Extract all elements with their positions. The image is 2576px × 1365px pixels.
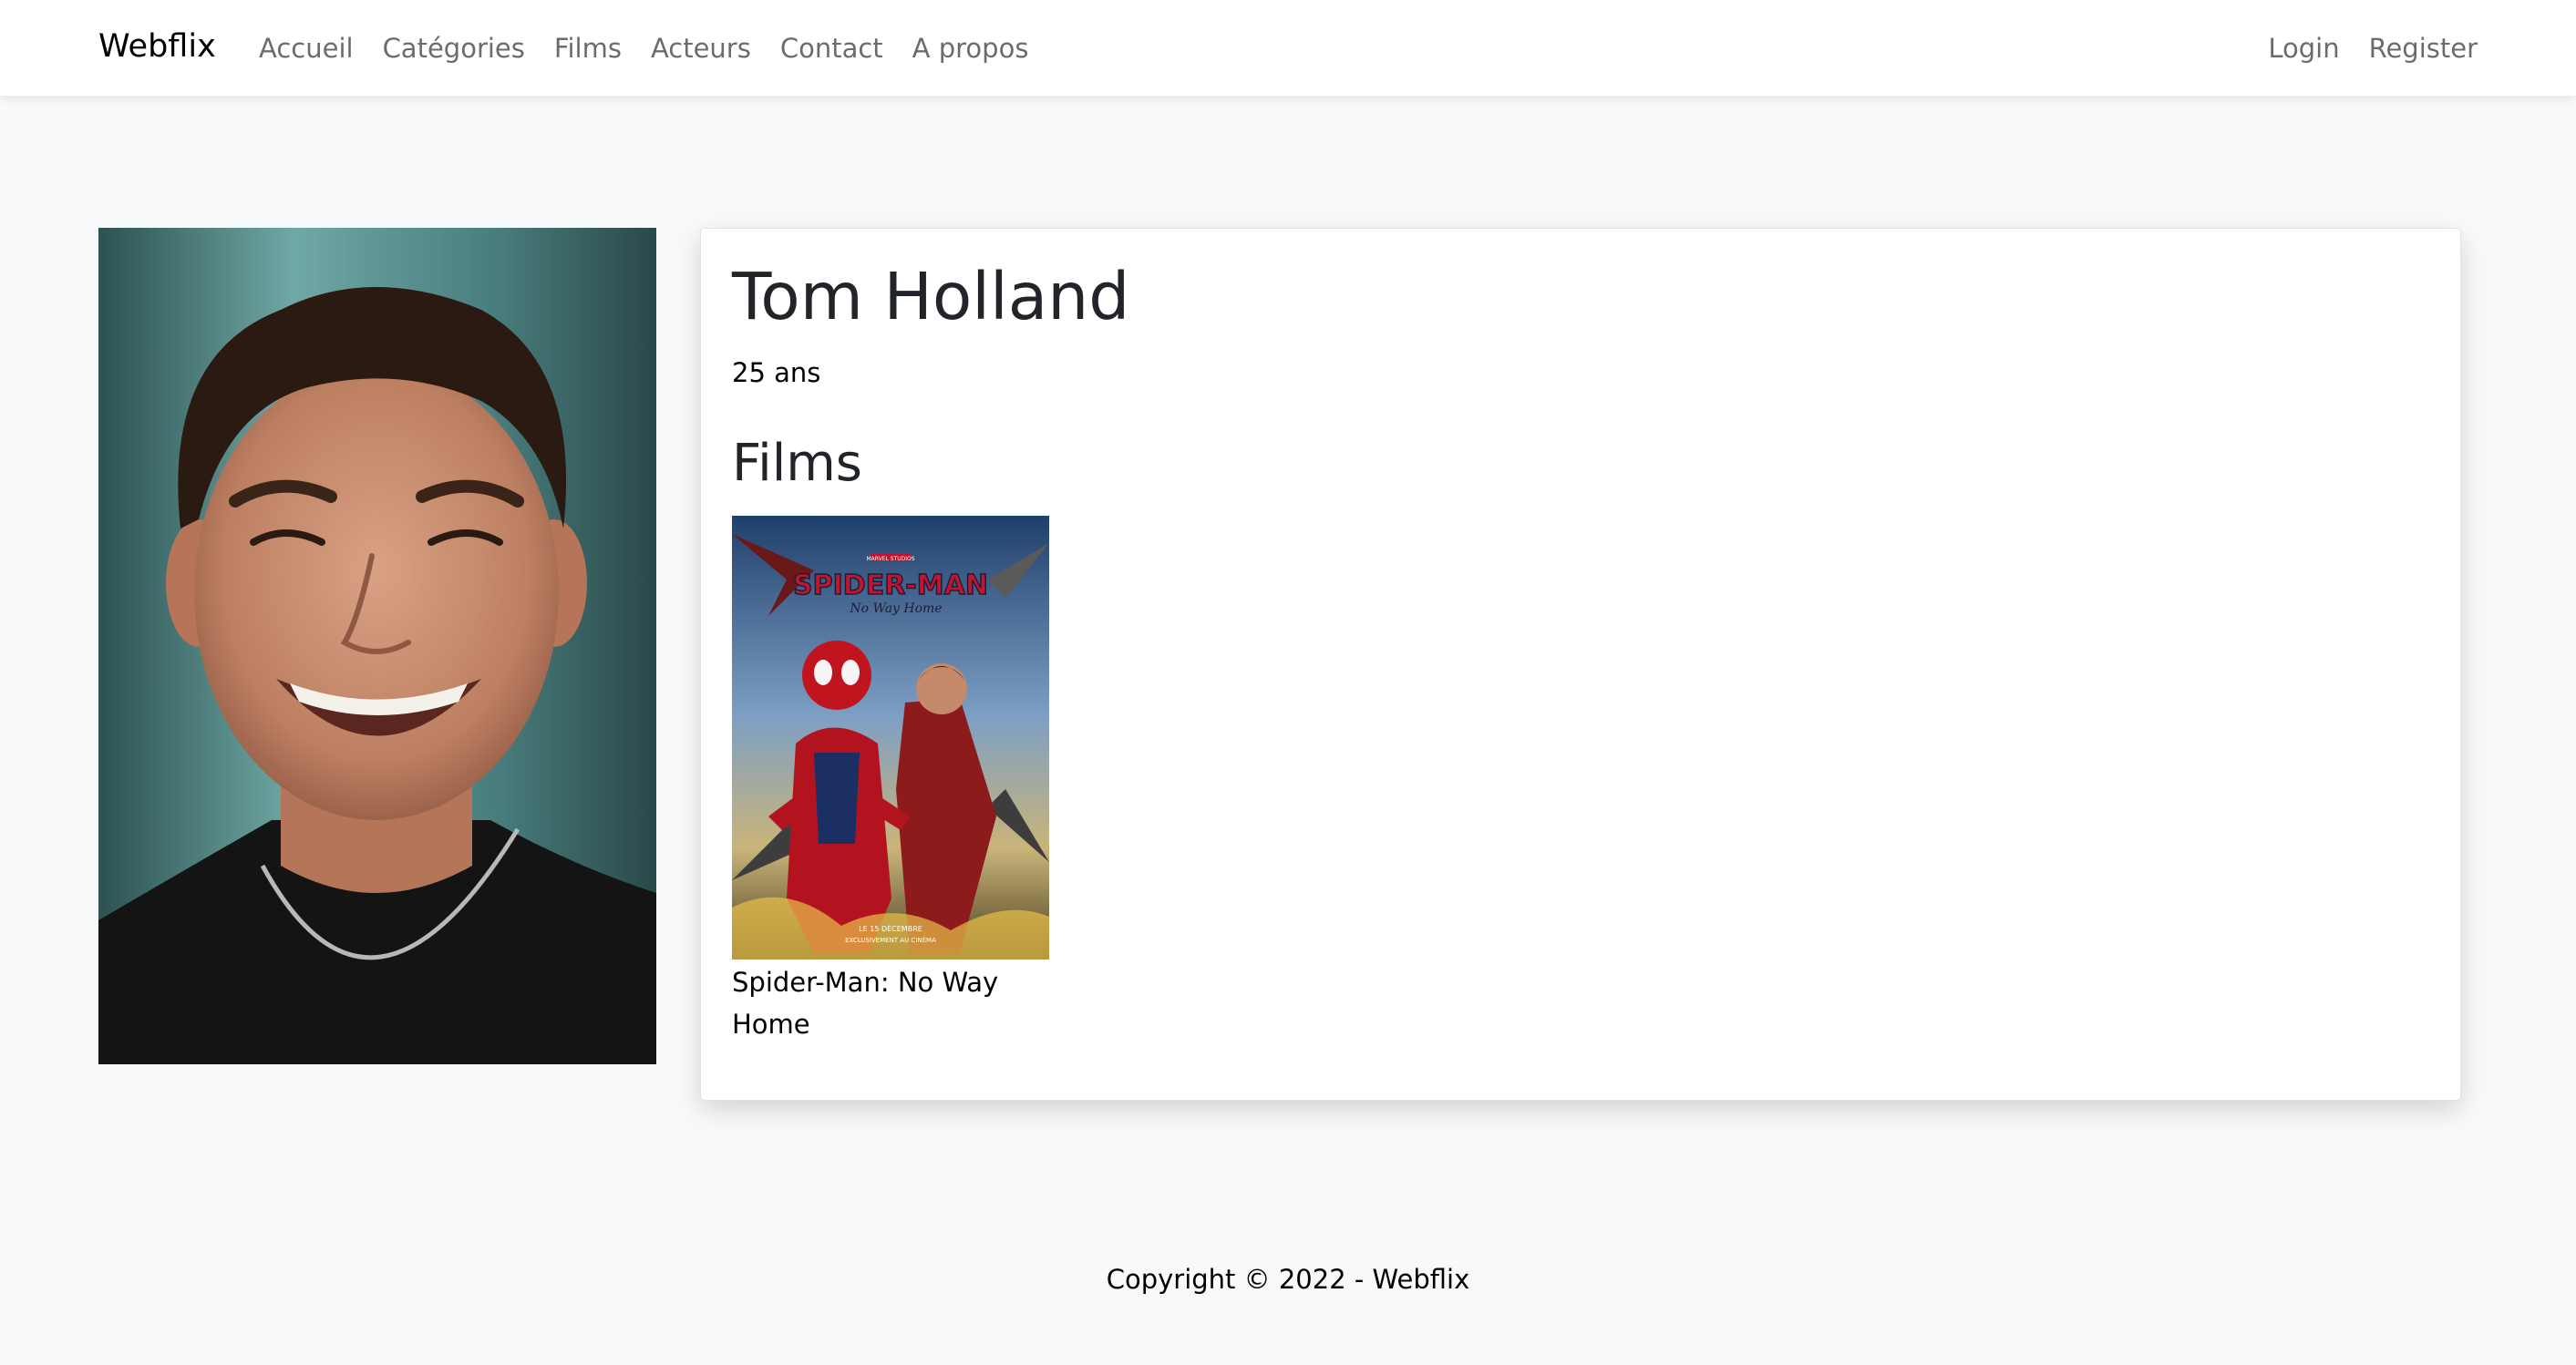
poster-studio-text: MARVEL STUDIOS (866, 556, 914, 562)
top-navbar: Webflix Accueil Catégories Films Acteurs… (0, 0, 2576, 97)
nav-item-contact: Contact (766, 26, 898, 71)
actor-details-card: Tom Holland 25 ans Films MARVEL STUDIOS (700, 228, 2461, 1101)
actor-name-heading: Tom Holland (732, 259, 1130, 334)
poster-release-date: LE 15 DÉCEMBRE (859, 923, 922, 933)
nav-link-acteurs[interactable]: Acteurs (636, 26, 766, 71)
nav-item-accueil: Accueil (244, 26, 368, 71)
nav-item-login: Login (2253, 26, 2354, 71)
poster-subtitle-text: No Way Home (849, 601, 942, 616)
films-heading: Films (732, 434, 862, 493)
login-link[interactable]: Login (2253, 26, 2354, 71)
nav-item-apropos: A propos (898, 26, 1044, 71)
nav-link-films[interactable]: Films (540, 26, 636, 71)
nav-link-accueil[interactable]: Accueil (244, 26, 368, 71)
film-card-spider-man[interactable]: MARVEL STUDIOS SPIDER-MAN No Way Home LE… (732, 516, 1049, 1045)
nav-item-acteurs: Acteurs (636, 26, 766, 71)
register-link[interactable]: Register (2354, 26, 2492, 71)
main-nav: Accueil Catégories Films Acteurs Contact… (244, 0, 1043, 97)
poster-logo-text: SPIDER-MAN (793, 570, 988, 601)
actor-photo (98, 228, 656, 1064)
film-title-link[interactable]: Spider-Man: No Way Home (732, 960, 1049, 1045)
nav-link-contact[interactable]: Contact (766, 26, 898, 71)
actor-portrait-illustration (98, 228, 656, 1064)
actor-age: 25 ans (732, 357, 821, 388)
nav-link-apropos[interactable]: A propos (898, 26, 1044, 71)
brand-logo-link[interactable]: Webflix (98, 24, 216, 69)
nav-item-films: Films (540, 26, 636, 71)
nav-link-categories[interactable]: Catégories (368, 26, 540, 71)
copyright-text: Copyright © 2022 - Webflix (1106, 1264, 1470, 1295)
page-footer: Copyright © 2022 - Webflix (0, 1261, 2576, 1298)
film-poster-image[interactable]: MARVEL STUDIOS SPIDER-MAN No Way Home LE… (732, 516, 1049, 960)
auth-nav: Login Register (2253, 0, 2492, 97)
nav-item-categories: Catégories (368, 26, 540, 71)
poster-release-note: EXCLUSIVEMENT AU CINÉMA (845, 936, 936, 944)
nav-item-register: Register (2354, 26, 2492, 71)
